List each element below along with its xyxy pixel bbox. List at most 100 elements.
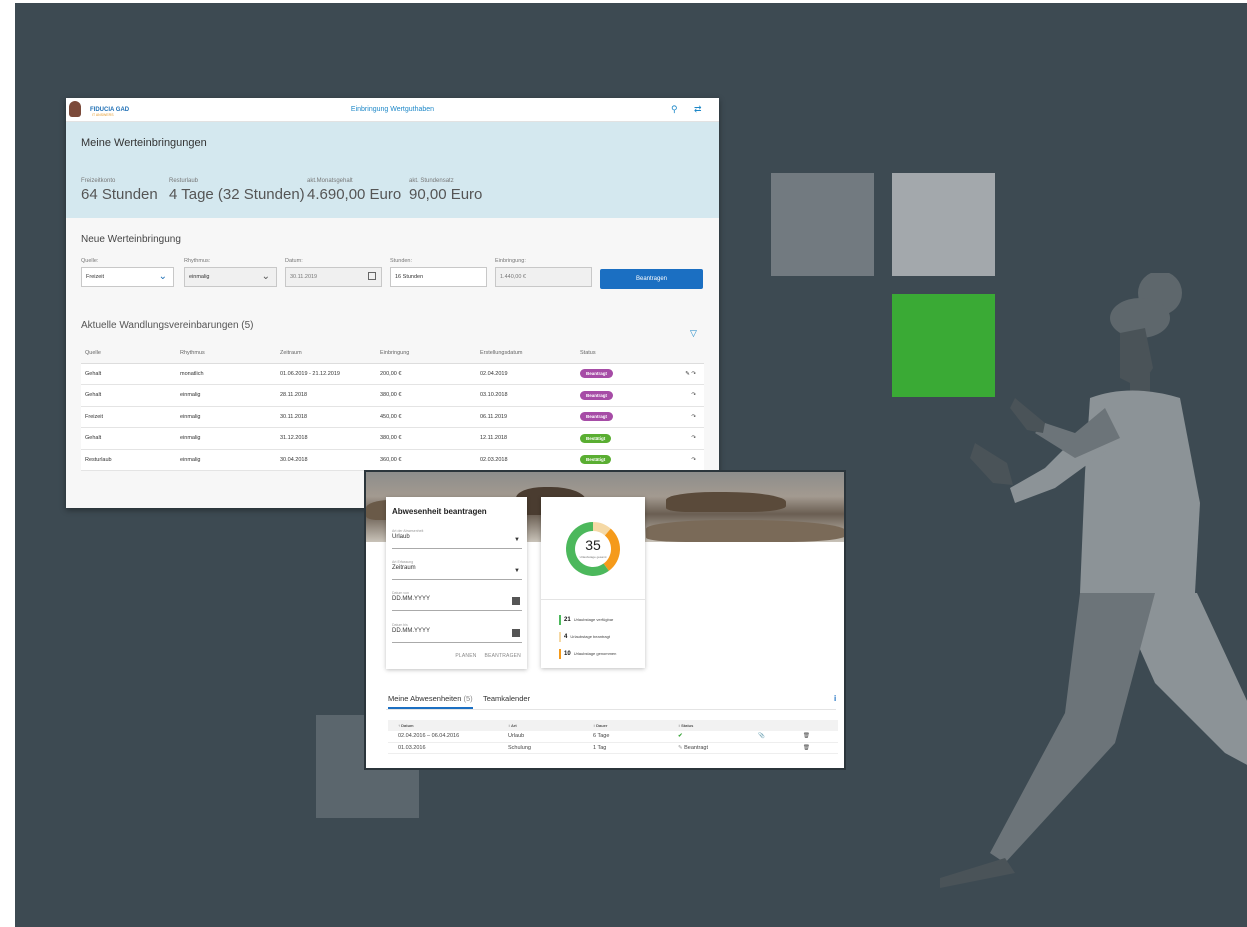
export-icon[interactable]: ↷ <box>691 435 696 441</box>
actions-header <box>792 720 838 731</box>
logout-icon[interactable]: ⇄ <box>694 104 702 115</box>
cell-actions: ↷ <box>646 449 704 471</box>
datum-von-input[interactable]: Datum von DD.MM.YYYY <box>392 591 522 611</box>
cell-status: Bestätigt <box>576 427 646 450</box>
form-heading: Neue Werteinbringung <box>81 234 181 245</box>
calendar-icon[interactable] <box>368 272 376 280</box>
column-header[interactable]: ↑ Datum <box>388 720 498 731</box>
calendar-icon[interactable] <box>512 597 520 605</box>
tab-teamkalender[interactable]: Teamkalender <box>483 694 530 703</box>
planen-button[interactable]: PLANEN <box>455 653 476 659</box>
field-value: Zeitraum <box>392 565 416 571</box>
column-header[interactable]: ↕ Dauer <box>583 720 668 731</box>
field-label: Art Erfassung <box>392 560 414 564</box>
form-actions: PLANEN BEANTRAGEN <box>455 653 521 659</box>
column-header-label: Status <box>681 723 694 728</box>
table-row[interactable]: Resturlaub einmalig 30.04.2018 360,00 € … <box>81 449 704 471</box>
tab-meine-abwesenheiten[interactable]: Meine Abwesenheiten (5) <box>388 694 473 709</box>
table-row[interactable]: Gehalt einmalig 28.11.2018 380,00 € 03.1… <box>81 384 704 407</box>
kpi-label: Freizeitkonto <box>81 178 116 184</box>
summary-panel: Meine Werteinbringungen Freizeitkonto 64… <box>66 122 719 218</box>
table-heading: Aktuelle Wandlungsvereinbarungen (5) <box>81 320 254 331</box>
input-value: 1.440,00 € <box>500 274 526 280</box>
actions-header <box>748 720 793 731</box>
legend-requested: 4 Urlaubstage beantragt <box>559 632 610 642</box>
donut-total-label: Urlaubstage gesamt <box>580 555 607 559</box>
delete-icon[interactable]: 🗑 <box>792 742 838 754</box>
column-header[interactable]: Erstellungsdatum <box>476 343 576 364</box>
export-icon[interactable]: ↷ <box>691 371 696 377</box>
table-row[interactable]: 01.03.2016 Schulung 1 Tag ✎ Beantragt 🗑 <box>388 742 838 754</box>
cell-actions: ✎ ↷ <box>646 363 704 385</box>
stunden-input[interactable]: 16 Stunden <box>390 267 487 287</box>
cell-dauer: 6 Tage <box>583 731 668 743</box>
search-icon[interactable]: ⚲ <box>671 104 678 115</box>
quelle-select[interactable]: Freizeit ⌄ <box>81 267 174 287</box>
vacation-summary-card: 35 Urlaubstage gesamt 21 Urlaubstage verf… <box>541 497 645 668</box>
absences-table: ↑ Datum ↕ Art ↕ Dauer ↕ Status 02.04.201… <box>388 720 838 754</box>
legend-label: Urlaubstage verfügbar <box>573 617 614 622</box>
cell-status: Beantragt <box>576 363 646 385</box>
divider <box>386 709 836 710</box>
divider <box>541 599 645 600</box>
cell-einbringung: 450,00 € <box>376 406 476 428</box>
column-header[interactable]: ↕ Status <box>668 720 748 731</box>
attachment-icon[interactable]: 📎 <box>748 731 793 743</box>
column-header[interactable]: Quelle <box>81 343 176 364</box>
kpi-stundensatz: akt. Stundensatz 90,00 Euro <box>409 178 482 203</box>
absence-request-card: Abwesenheit beantragen Art der Abwesenhe… <box>386 497 527 669</box>
cell-actions: ↷ <box>646 427 704 450</box>
rhythmus-select[interactable]: einmalig ⌄ <box>184 267 277 287</box>
export-icon[interactable]: ↷ <box>691 414 696 420</box>
export-icon[interactable]: ↷ <box>691 457 696 463</box>
table-row[interactable]: Gehalt einmalig 31.12.2018 380,00 € 12.1… <box>81 427 704 450</box>
datum-bis-input[interactable]: Datum bis DD.MM.YYYY <box>392 623 522 643</box>
status-badge: Bestätigt <box>580 455 612 465</box>
datum-input[interactable]: 30.11.2019 <box>285 267 382 287</box>
cell-einbringung: 380,00 € <box>376 384 476 407</box>
table-row[interactable]: Freizeit einmalig 30.11.2018 450,00 € 06… <box>81 406 704 428</box>
deco-square-gray-light <box>892 173 995 276</box>
cell-actions: ↷ <box>646 406 704 428</box>
erfassung-select[interactable]: Art Erfassung Zeitraum ▼ <box>392 560 522 580</box>
info-icon[interactable]: i <box>834 694 836 703</box>
cell-datum: 02.03.2018 <box>476 449 576 471</box>
check-icon: ✔ <box>678 733 683 740</box>
actions-header <box>646 343 704 364</box>
delete-icon[interactable]: 🗑 <box>792 731 838 743</box>
beantragen-button[interactable]: BEANTRAGEN <box>485 653 521 659</box>
column-header[interactable]: Einbringung <box>376 343 476 364</box>
cell-quelle: Freizeit <box>81 406 176 428</box>
table-row[interactable]: Gehalt monatlich 01.06.2019 - 21.12.2019… <box>81 363 704 385</box>
field-label: Datum: <box>285 258 303 264</box>
cell-quelle: Gehalt <box>81 384 176 407</box>
edit-icon[interactable]: ✎ <box>685 371 690 377</box>
cell-status: Beantragt <box>576 384 646 407</box>
column-header[interactable]: Rhythmus <box>176 343 276 364</box>
select-value: Freizeit <box>86 274 105 280</box>
table-row[interactable]: 02.04.2016 – 06.04.2016 Urlaub 6 Tage ✔ … <box>388 731 838 743</box>
field-label: Stunden: <box>390 258 413 264</box>
column-header[interactable]: Status <box>576 343 646 364</box>
donut-total: 35 <box>585 537 601 553</box>
cell-art: Schulung <box>498 742 583 754</box>
tab-label: Meine Abwesenheiten <box>388 694 462 703</box>
cell-zeitraum: 30.11.2018 <box>276 406 376 428</box>
cell-status: ✔ <box>668 731 748 743</box>
column-header[interactable]: Zeitraum <box>276 343 376 364</box>
table-header-row: Quelle Rhythmus Zeitraum Einbringung Ers… <box>81 343 704 364</box>
kpi-value: 64 Stunden <box>81 186 158 203</box>
legend-taken: 10 Urlaubstage genommen <box>559 649 616 659</box>
filter-icon[interactable]: ▽ <box>690 328 697 339</box>
column-header[interactable]: ↕ Art <box>498 720 583 731</box>
kpi-value: 90,00 Euro <box>409 186 483 203</box>
beantragen-button[interactable]: Beantragen <box>600 269 703 289</box>
input-value: 16 Stunden <box>395 274 424 280</box>
art-select[interactable]: Art der Abwesenheit Urlaub ▼ <box>392 529 522 549</box>
cell-quelle: Resturlaub <box>81 449 176 471</box>
export-icon[interactable]: ↷ <box>691 392 696 398</box>
calendar-icon[interactable] <box>512 629 520 637</box>
cell-status: Beantragt <box>576 406 646 428</box>
status-badge: Beantragt <box>580 390 614 400</box>
kpi-value: 4 Tage (32 Stunden) <box>169 186 305 203</box>
